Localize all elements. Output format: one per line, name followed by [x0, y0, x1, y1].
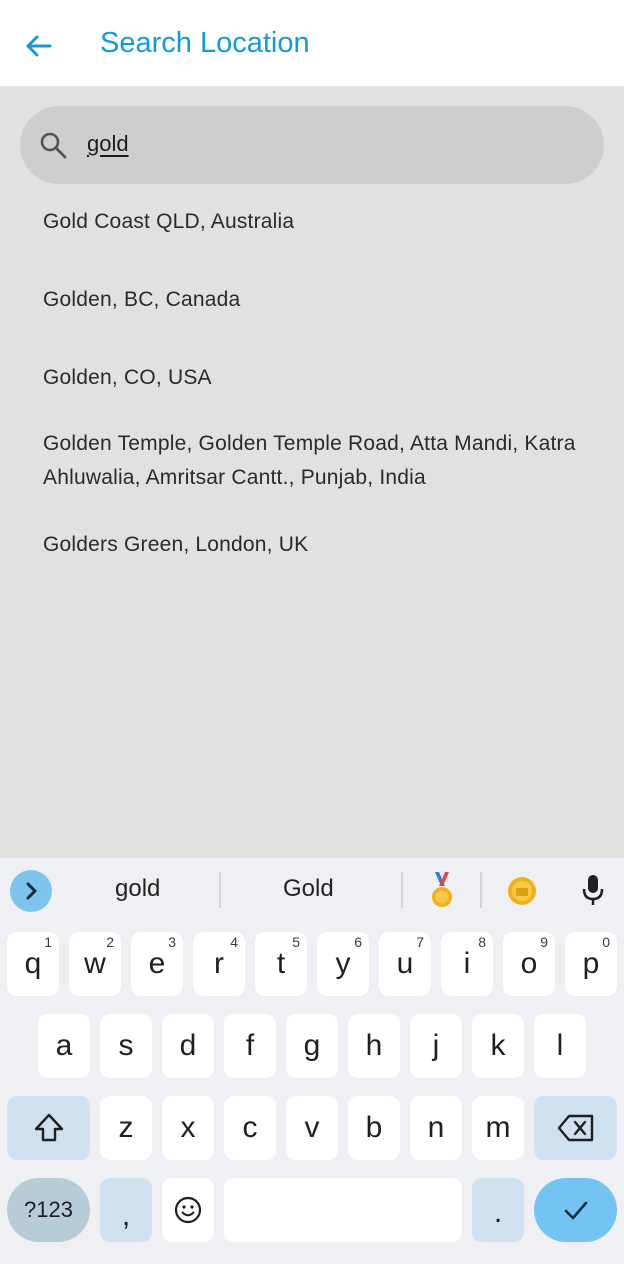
key-o[interactable]: o9	[503, 932, 555, 996]
key-m[interactable]: m	[472, 1096, 524, 1160]
expand-toolbar-button[interactable]	[10, 870, 52, 912]
key-hint: 9	[540, 934, 548, 950]
page-title: Search Location	[100, 27, 310, 59]
key-label: t	[276, 947, 286, 980]
key-label: e	[148, 947, 166, 980]
key-label: r	[214, 947, 224, 980]
key-g[interactable]: g	[286, 1014, 338, 1078]
key-hint: 1	[44, 934, 52, 950]
key-v[interactable]: v	[286, 1096, 338, 1160]
shift-key[interactable]	[7, 1096, 90, 1160]
list-item[interactable]: Golden, BC, Canada	[43, 283, 603, 317]
key-y[interactable]: y6	[317, 932, 369, 996]
key-x[interactable]: x	[162, 1096, 214, 1160]
enter-key[interactable]	[534, 1178, 617, 1242]
suggestion-1[interactable]: gold	[115, 875, 160, 903]
key-p[interactable]: p0	[565, 932, 617, 996]
comma-key[interactable]: ,	[100, 1178, 152, 1242]
key-c[interactable]: c	[224, 1096, 276, 1160]
space-key[interactable]	[224, 1178, 462, 1242]
coin-emoji-icon[interactable]	[505, 870, 539, 910]
app-bar: Search Location	[0, 0, 624, 86]
divider	[401, 872, 403, 908]
key-i[interactable]: i8	[441, 932, 493, 996]
back-button[interactable]	[18, 26, 58, 66]
suggestion-bar: gold Gold	[0, 858, 624, 922]
key-j[interactable]: j	[410, 1014, 462, 1078]
key-k[interactable]: k	[472, 1014, 524, 1078]
key-hint: 7	[416, 934, 424, 950]
key-hint: 3	[168, 934, 176, 950]
search-input[interactable]: gold	[87, 131, 129, 157]
list-item[interactable]: Golders Green, London, UK	[43, 528, 603, 562]
key-n[interactable]: n	[410, 1096, 462, 1160]
key-r[interactable]: r4	[193, 932, 245, 996]
key-label: i	[463, 947, 471, 980]
arrow-left-icon	[26, 35, 52, 57]
key-hint: 0	[602, 934, 610, 950]
key-hint: 8	[478, 934, 486, 950]
key-label: u	[396, 947, 414, 980]
key-hint: 2	[106, 934, 114, 950]
key-e[interactable]: e3	[131, 932, 183, 996]
backspace-icon	[557, 1114, 593, 1142]
search-box[interactable]: gold	[20, 106, 604, 184]
key-label: w	[84, 947, 106, 980]
search-icon	[40, 132, 67, 159]
key-label: q	[24, 947, 42, 980]
key-label: y	[335, 947, 351, 980]
key-d[interactable]: d	[162, 1014, 214, 1078]
key-t[interactable]: t5	[255, 932, 307, 996]
list-item[interactable]: Golden, CO, USA	[43, 361, 603, 395]
key-l[interactable]: l	[534, 1014, 586, 1078]
backspace-key[interactable]	[534, 1096, 617, 1160]
list-item[interactable]: Golden Temple, Golden Temple Road, Atta …	[43, 427, 603, 495]
key-hint: 5	[292, 934, 300, 950]
divider	[219, 872, 221, 908]
key-a[interactable]: a	[38, 1014, 90, 1078]
key-hint: 4	[230, 934, 238, 950]
shift-icon	[34, 1113, 63, 1142]
checkmark-icon	[564, 1201, 587, 1220]
key-u[interactable]: u7	[379, 932, 431, 996]
smiley-icon	[174, 1196, 202, 1224]
key-w[interactable]: w2	[69, 932, 121, 996]
key-s[interactable]: s	[100, 1014, 152, 1078]
key-label: p	[582, 947, 600, 980]
key-b[interactable]: b	[348, 1096, 400, 1160]
divider	[480, 872, 482, 908]
suggestion-2[interactable]: Gold	[283, 875, 334, 903]
chevron-right-icon	[26, 882, 37, 900]
key-label: o	[520, 947, 538, 980]
list-item[interactable]: Gold Coast QLD, Australia	[43, 205, 603, 239]
key-h[interactable]: h	[348, 1014, 400, 1078]
period-key[interactable]: .	[472, 1178, 524, 1242]
symbols-key[interactable]: ?123	[7, 1178, 90, 1242]
on-screen-keyboard: gold Gold q1 w2 e3 r4 t5 y6 u7 i8 o9 p0 …	[0, 858, 624, 1264]
key-q[interactable]: q1	[7, 932, 59, 996]
key-hint: 6	[354, 934, 362, 950]
key-f[interactable]: f	[224, 1014, 276, 1078]
medal-emoji-icon[interactable]	[425, 870, 459, 910]
microphone-icon[interactable]	[578, 872, 608, 908]
emoji-key[interactable]	[162, 1178, 214, 1242]
key-z[interactable]: z	[100, 1096, 152, 1160]
